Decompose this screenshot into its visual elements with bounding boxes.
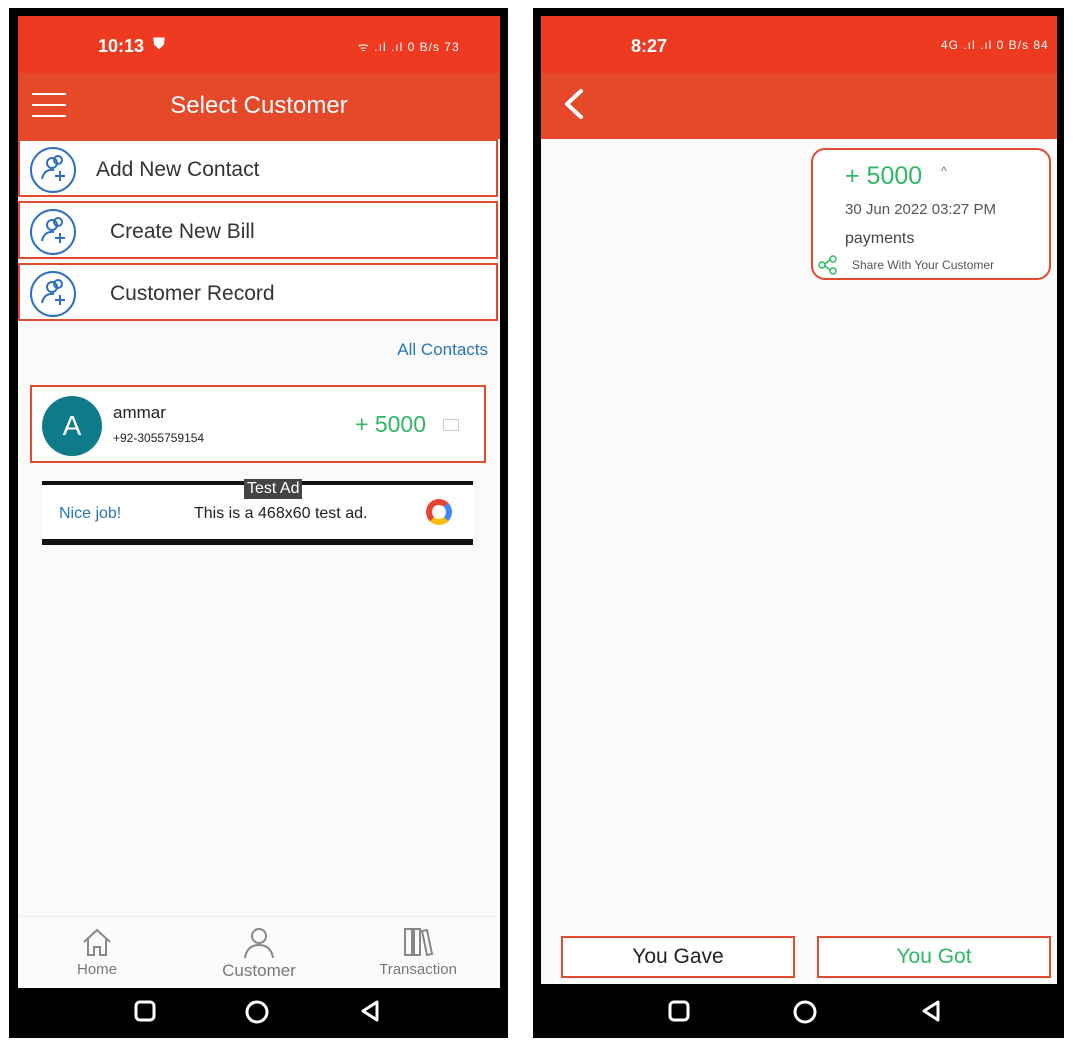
page-title: Select Customer: [170, 92, 348, 119]
app-bar: [541, 73, 1057, 139]
select-customer-screen: 10:13 ⛊ ᯤ .ıl .ıl 0 B/s 73 Select Custom…: [18, 16, 500, 988]
home-button-icon[interactable]: [791, 998, 819, 1026]
customer-phone: +92-3055759154: [113, 431, 205, 445]
status-icons: ᯤ .ıl .ıl 0 B/s 73: [358, 40, 460, 54]
status-bar: 10:13 ⛊ ᯤ .ıl .ıl 0 B/s 73: [18, 16, 500, 73]
status-icons: 4G .ıl .ıl 0 B/s 84: [941, 38, 1049, 52]
you-gave-button[interactable]: You Gave: [561, 936, 795, 978]
system-nav-bar: [533, 988, 1064, 1038]
bottom-nav: Home Customer Transaction: [18, 916, 500, 988]
customer-record-button[interactable]: Customer Record: [18, 263, 498, 321]
test-ad-banner[interactable]: Test Ad Nice job! This is a 468x60 test …: [42, 479, 473, 545]
create-new-bill-button[interactable]: Create New Bill: [18, 201, 498, 259]
app-bar: Select Customer: [18, 73, 500, 139]
all-contacts-link[interactable]: All Contacts: [397, 340, 488, 360]
add-new-contact-button[interactable]: Add New Contact: [18, 139, 498, 197]
status-bar: 8:27 4G .ıl .ıl 0 B/s 84: [541, 16, 1057, 73]
nav-customer[interactable]: Customer: [214, 925, 304, 981]
menu-item-label: Create New Bill: [110, 220, 255, 243]
you-got-button[interactable]: You Got: [817, 936, 1051, 978]
menu-item-label: Customer Record: [110, 282, 275, 305]
home-button-icon[interactable]: [243, 998, 271, 1026]
transaction-entry[interactable]: + 5000 ^ 30 Jun 2022 03:27 PM payments S…: [811, 148, 1051, 280]
shield-icon: ⛊: [153, 36, 166, 53]
back-arrow-icon[interactable]: [559, 87, 589, 121]
transaction-detail-screen: 8:27 4G .ıl .ıl 0 B/s 84 + 5000 ^ 30 Jun…: [541, 16, 1057, 984]
books-icon: [404, 928, 434, 957]
nav-label: Home: [76, 961, 117, 978]
status-time: 10:13: [98, 36, 145, 56]
status-time: 8:27: [631, 36, 668, 56]
sent-tick-icon: ^: [941, 164, 947, 178]
ad-text: This is a 468x60 test ad.: [194, 505, 368, 522]
recents-icon[interactable]: [666, 998, 692, 1024]
back-button-icon[interactable]: [918, 998, 944, 1024]
ad-tag: Test Ad: [244, 479, 303, 499]
add-person-icon: [30, 147, 76, 193]
customer-card[interactable]: A ammar +92-3055759154 + 5000: [30, 385, 486, 463]
phone-right: 8:27 4G .ıl .ıl 0 B/s 84 + 5000 ^ 30 Jun…: [533, 8, 1064, 1038]
phone-left: 10:13 ⛊ ᯤ .ıl .ıl 0 B/s 73 Select Custom…: [9, 8, 508, 1038]
share-icon[interactable]: [817, 254, 839, 276]
nav-transaction[interactable]: Transaction: [373, 925, 463, 978]
share-with-customer-link[interactable]: Share With Your Customer: [852, 258, 994, 272]
recents-icon[interactable]: [132, 998, 158, 1024]
nav-label: Customer: [222, 961, 296, 980]
entry-amount: + 5000: [845, 162, 923, 190]
bill-icon: [443, 419, 459, 431]
ad-headline: Nice job!: [59, 505, 122, 522]
home-icon: [83, 928, 111, 956]
customer-balance: + 5000: [355, 411, 426, 437]
avatar: A: [42, 396, 102, 456]
add-person-icon: [30, 209, 76, 255]
entry-note: payments: [845, 230, 915, 247]
customer-name: ammar: [113, 403, 166, 422]
ad-logo-icon: [426, 499, 452, 525]
add-person-icon: [30, 271, 76, 317]
menu-item-label: Add New Contact: [96, 158, 260, 181]
nav-home[interactable]: Home: [70, 925, 124, 978]
entry-date: 30 Jun 2022 03:27 PM: [845, 201, 996, 218]
person-icon: [244, 928, 274, 959]
system-nav-bar: [9, 988, 508, 1038]
nav-label: Transaction: [379, 961, 457, 978]
back-button-icon[interactable]: [357, 998, 383, 1024]
